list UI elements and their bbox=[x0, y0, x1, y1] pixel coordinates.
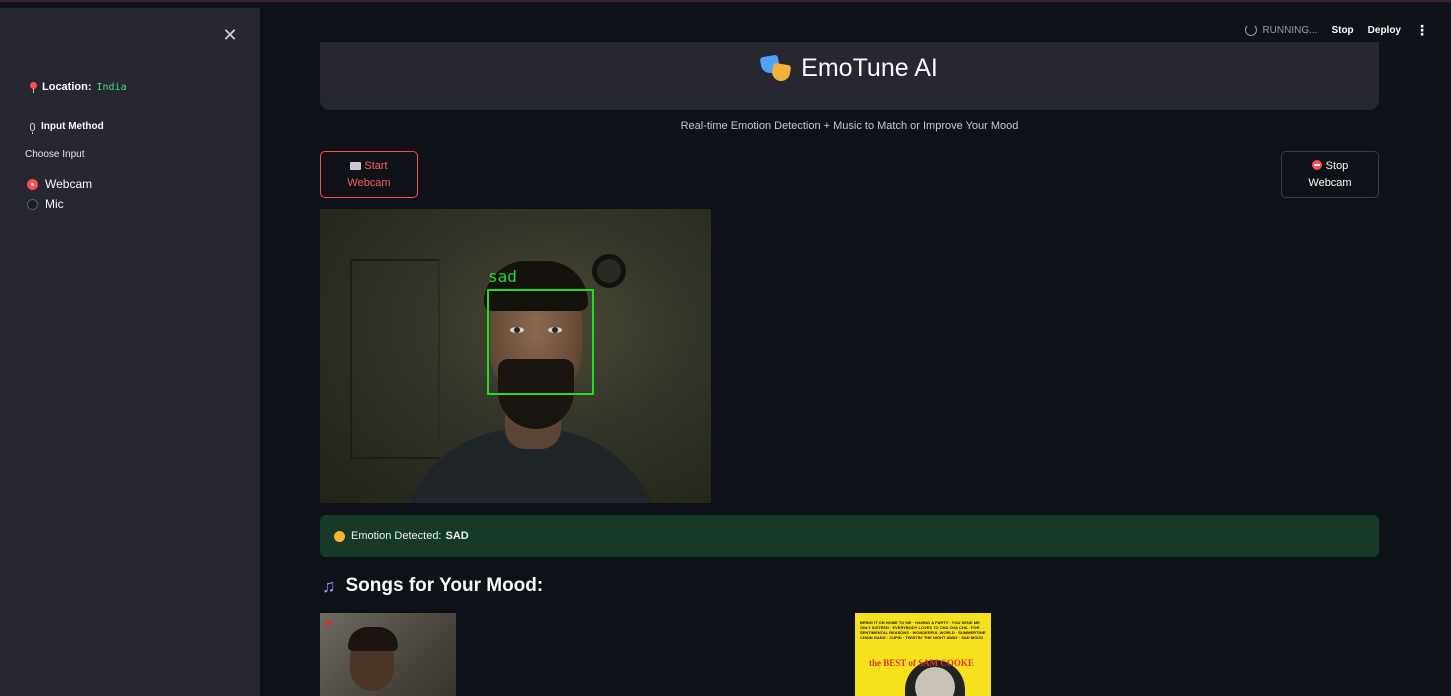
running-spinner-icon bbox=[1245, 24, 1258, 36]
deploy-button[interactable]: Deploy bbox=[1368, 25, 1401, 36]
radio-webcam[interactable]: Webcam bbox=[27, 177, 92, 191]
header-card: EmoTune AI bbox=[320, 42, 1379, 110]
emotion-alert-prefix: Emotion Detected: bbox=[351, 530, 442, 542]
dizzy-face-icon bbox=[334, 530, 345, 542]
background-door bbox=[350, 259, 440, 459]
input-method-heading-text: Input Method bbox=[41, 121, 104, 132]
choose-input-label: Choose Input bbox=[25, 149, 85, 160]
microphone-icon bbox=[30, 122, 35, 134]
location-value: India bbox=[96, 81, 127, 93]
radio-mic-label: Mic bbox=[45, 197, 64, 211]
album-logo-dot bbox=[326, 620, 332, 626]
input-method-heading: Input Method bbox=[30, 121, 104, 134]
main-menu-icon[interactable]: ⋮ bbox=[1415, 23, 1429, 37]
sidebar: ✕ Location: India Input Method Choose In… bbox=[0, 8, 260, 696]
emotion-alert: Emotion Detected: SAD bbox=[320, 515, 1379, 557]
location-label: Location: bbox=[42, 81, 92, 93]
webcam-feed: sad bbox=[320, 209, 711, 503]
album-2-title: the BEST of SAM COOKE bbox=[869, 658, 974, 668]
radio-mic[interactable]: Mic bbox=[27, 197, 64, 211]
radio-mic-indicator[interactable] bbox=[27, 198, 38, 210]
no-entry-icon bbox=[1311, 160, 1322, 170]
emotion-alert-value: SAD bbox=[445, 530, 469, 542]
page-title: EmoTune AI bbox=[320, 54, 1379, 83]
stop-app-button[interactable]: Stop bbox=[1331, 25, 1353, 36]
running-status: RUNNING... bbox=[1245, 24, 1317, 36]
face-emotion-label: sad bbox=[488, 267, 517, 286]
background-wall-ring bbox=[592, 254, 626, 288]
songs-heading: ♫ Songs for Your Mood: bbox=[322, 575, 543, 597]
top-strip bbox=[0, 0, 1451, 8]
album-2-tracklist: BRING IT ON HOME TO ME · HAVING A PARTY … bbox=[860, 620, 986, 640]
close-sidebar-icon[interactable]: ✕ bbox=[221, 26, 239, 44]
stop-webcam-button[interactable]: Stop Webcam bbox=[1281, 151, 1379, 198]
start-button-line1: Start bbox=[364, 160, 388, 172]
stop-button-line2: Webcam bbox=[1308, 177, 1352, 189]
app-toolbar: RUNNING... Stop Deploy ⋮ bbox=[1245, 23, 1429, 37]
camera-icon bbox=[350, 162, 362, 170]
musical-notes-icon: ♫ bbox=[322, 575, 336, 596]
radio-webcam-label: Webcam bbox=[45, 177, 93, 191]
album-1-portrait-hair bbox=[348, 627, 398, 651]
album-cover-1[interactable] bbox=[320, 613, 456, 696]
start-button-line2: Webcam bbox=[347, 177, 391, 189]
running-status-text: RUNNING... bbox=[1262, 24, 1318, 36]
performing-arts-icon bbox=[759, 54, 792, 82]
round-pushpin-icon bbox=[30, 81, 37, 93]
stop-button-line1: Stop bbox=[1325, 160, 1349, 172]
radio-webcam-indicator[interactable] bbox=[27, 178, 38, 190]
start-webcam-button[interactable]: Start Webcam bbox=[320, 151, 418, 198]
album-cover-2[interactable]: BRING IT ON HOME TO ME · HAVING A PARTY … bbox=[855, 613, 991, 696]
songs-heading-text: Songs for Your Mood: bbox=[345, 575, 544, 596]
page-title-text: EmoTune AI bbox=[801, 54, 938, 82]
location-line: Location: India bbox=[30, 81, 127, 93]
page-subtitle: Real-time Emotion Detection + Music to M… bbox=[680, 120, 1019, 132]
face-detection-box bbox=[487, 289, 594, 395]
